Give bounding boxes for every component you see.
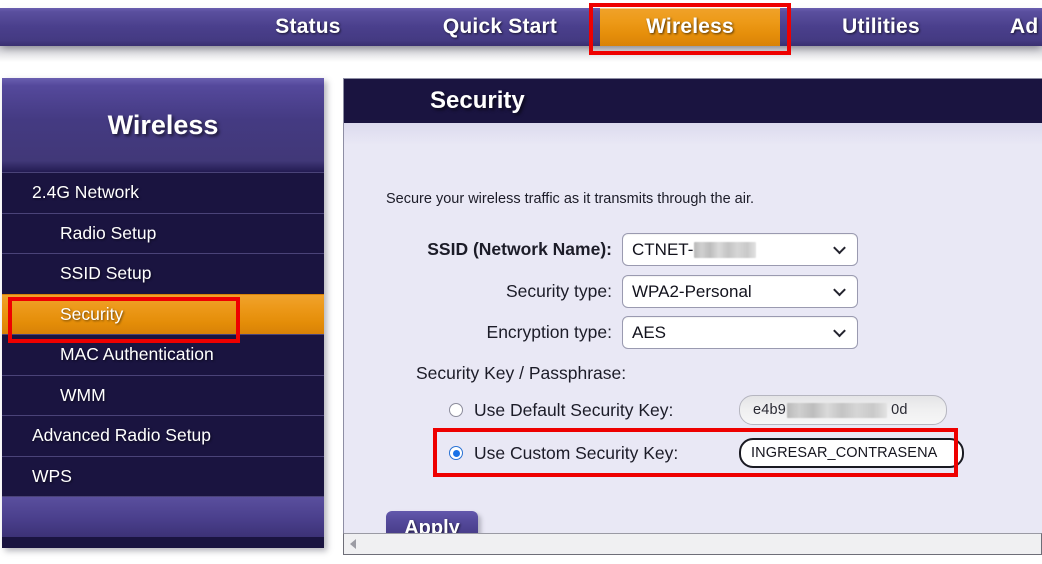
sidebar-item-label: WPS [32, 465, 72, 486]
apply-button-label: Apply [404, 517, 460, 533]
sidebar-item-label: WMM [60, 384, 106, 405]
chevron-down-icon [835, 326, 846, 337]
ssid-label: SSID (Network Name): [427, 239, 612, 259]
chevron-down-icon [835, 243, 846, 254]
custom-security-key-value: INGRESAR_CONTRASENA [751, 445, 938, 461]
sidebar-footer [2, 496, 324, 537]
default-key-prefix: e4b9 [753, 402, 787, 418]
tab-utilities[interactable]: Utilities [805, 8, 957, 46]
sidebar-item-advanced-radio-setup[interactable]: Advanced Radio Setup [2, 415, 324, 456]
sidebar-item-wps[interactable]: WPS [2, 455, 324, 496]
apply-button[interactable]: Apply [386, 511, 478, 533]
page-title-bar: Security [344, 79, 1042, 123]
page-description: Secure your wireless traffic as it trans… [386, 191, 755, 207]
tab-wireless-label: Wireless [646, 15, 734, 38]
security-type-select[interactable]: WPA2-Personal [622, 275, 858, 308]
security-type-label: Security type: [505, 281, 612, 301]
ssid-row: SSID (Network Name): CTNET- [386, 233, 858, 266]
chevron-down-icon [835, 285, 846, 296]
custom-security-key-input[interactable]: INGRESAR_CONTRASENA [739, 438, 964, 468]
top-navigation-bar: Status Quick Start Wireless Utilities Ad [0, 8, 1042, 46]
horizontal-scrollbar[interactable] [343, 533, 1042, 555]
security-type-value: WPA2-Personal [632, 281, 752, 301]
sidebar: Wireless 2.4G Network Radio Setup SSID S… [2, 78, 324, 548]
sidebar-item-label: Security [60, 303, 124, 324]
tab-advanced-label: Ad [1010, 15, 1039, 38]
sidebar-item-wmm[interactable]: WMM [2, 374, 324, 415]
top-nav-drop-shadow [0, 46, 1042, 62]
tab-utilities-label: Utilities [842, 15, 920, 38]
encryption-type-select[interactable]: AES [622, 316, 858, 349]
tab-advanced[interactable]: Ad [1010, 8, 1042, 46]
sidebar-header-label: Wireless [107, 109, 219, 140]
tab-quick-start[interactable]: Quick Start [416, 8, 584, 46]
main-content-panel: Security Secure your wireless traffic as… [343, 78, 1042, 533]
custom-security-key-radio[interactable] [449, 446, 463, 460]
default-security-key-label: Use Default Security Key: [474, 399, 674, 420]
sidebar-item-label: Advanced Radio Setup [32, 425, 212, 446]
security-type-row: Security type: WPA2-Personal [386, 275, 858, 308]
page-title: Security [430, 87, 525, 114]
default-security-key-row: Use Default Security Key: e4b9 0d [449, 395, 947, 425]
main-content-body: Secure your wireless traffic as it trans… [344, 123, 1042, 533]
sidebar-item-2-4g-network[interactable]: 2.4G Network [2, 172, 324, 213]
encryption-type-label: Encryption type: [486, 322, 612, 342]
scroll-left-arrow-icon[interactable] [344, 534, 362, 554]
ssid-select-value: CTNET- [632, 239, 694, 259]
ssid-redacted-mask [694, 241, 757, 258]
encryption-type-row: Encryption type: AES [386, 316, 858, 349]
triangle-left-icon [350, 539, 356, 549]
ssid-select[interactable]: CTNET- [622, 233, 858, 266]
security-key-section: Security Key / Passphrase: [416, 363, 626, 384]
encryption-type-value: AES [632, 322, 667, 342]
sidebar-item-ssid-setup[interactable]: SSID Setup [2, 253, 324, 294]
custom-security-key-row: Use Custom Security Key: INGRESAR_CONTRA… [449, 438, 964, 468]
default-security-key-radio[interactable] [449, 403, 463, 417]
sidebar-item-label: 2.4G Network [32, 182, 139, 203]
sidebar-item-label: Radio Setup [60, 222, 157, 243]
tab-status[interactable]: Status [242, 8, 374, 46]
sidebar-item-label: MAC Authentication [60, 344, 214, 365]
tab-status-label: Status [275, 15, 341, 38]
default-key-redacted-mask [787, 402, 888, 418]
tab-wireless[interactable]: Wireless [600, 8, 780, 46]
sidebar-item-security[interactable]: Security [2, 293, 324, 334]
security-key-section-label: Security Key / Passphrase: [416, 363, 627, 383]
default-key-suffix: 0d [891, 402, 908, 418]
sidebar-item-label: SSID Setup [60, 263, 152, 284]
default-security-key-input: e4b9 0d [739, 395, 947, 425]
sidebar-item-radio-setup[interactable]: Radio Setup [2, 212, 324, 253]
custom-security-key-label: Use Custom Security Key: [474, 442, 679, 463]
sidebar-header: Wireless [2, 78, 324, 172]
tab-quick-start-label: Quick Start [442, 15, 558, 38]
sidebar-item-mac-authentication[interactable]: MAC Authentication [2, 334, 324, 375]
